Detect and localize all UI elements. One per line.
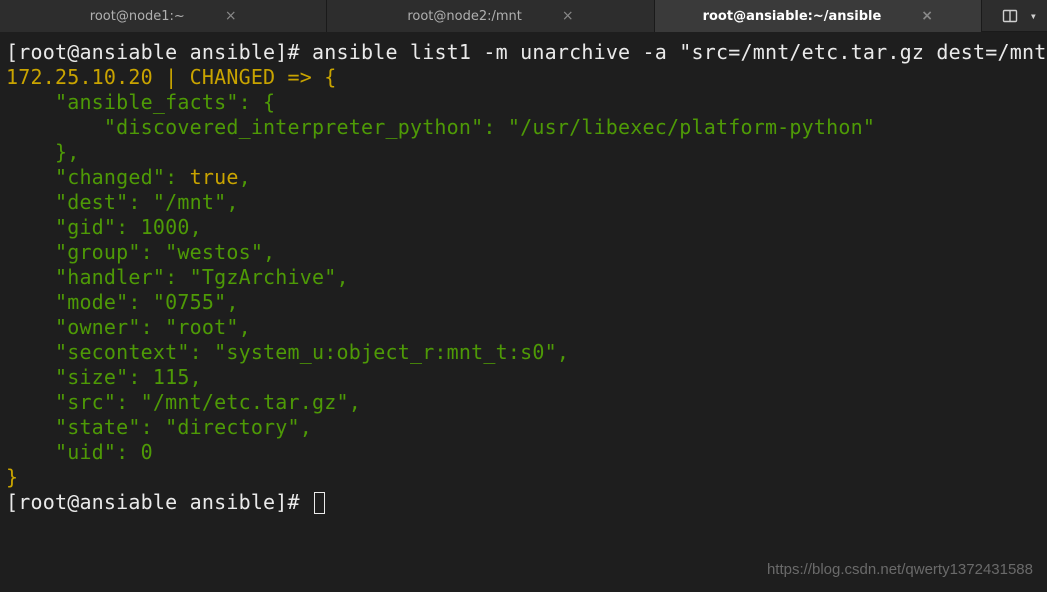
close-icon[interactable]: × — [921, 8, 933, 24]
tab-bar: root@node1:~ × root@node2:/mnt × root@an… — [0, 0, 1047, 32]
json-line: "dest": "/mnt", — [6, 190, 239, 214]
cursor — [314, 492, 325, 514]
json-line: , — [239, 165, 251, 189]
json-line: "handler": "TgzArchive", — [6, 265, 349, 289]
terminal-output[interactable]: [root@ansiable ansible]# ansible list1 -… — [0, 32, 1047, 523]
tab-ansible[interactable]: root@ansiable:~/ansible × — [655, 0, 982, 32]
json-line: "gid": 1000, — [6, 215, 202, 239]
chevron-down-icon[interactable]: ▾ — [1030, 9, 1037, 23]
json-close: } — [6, 465, 18, 489]
tab-label: root@node2:/mnt — [407, 9, 522, 24]
json-line: "state": "directory", — [6, 415, 312, 439]
json-line: "owner": "root", — [6, 315, 251, 339]
json-bool: true — [190, 165, 239, 189]
tab-node1[interactable]: root@node1:~ × — [0, 0, 327, 32]
tab-label: root@node1:~ — [90, 9, 185, 24]
watermark: https://blog.csdn.net/qwerty1372431588 — [767, 561, 1033, 578]
json-line: "mode": "0755", — [6, 290, 239, 314]
close-icon[interactable]: × — [562, 8, 574, 24]
tab-label: root@ansiable:~/ansible — [703, 9, 882, 24]
close-icon[interactable]: × — [225, 8, 237, 24]
tab-node2[interactable]: root@node2:/mnt × — [327, 0, 654, 32]
json-line: "ansible_facts": { — [6, 90, 275, 114]
json-line: "src": "/mnt/etc.tar.gz", — [6, 390, 361, 414]
json-line: "secontext": "system_u:object_r:mnt_t:s0… — [6, 340, 569, 364]
tab-controls: ▾ — [982, 0, 1047, 32]
shell-prompt: [root@ansiable ansible]# — [6, 490, 312, 514]
json-line: "size": 115, — [6, 365, 202, 389]
json-line: "discovered_interpreter_python": "/usr/l… — [6, 115, 875, 139]
json-line: "group": "westos", — [6, 240, 275, 264]
command-text: ansible list1 -m unarchive -a "src=/mnt/… — [312, 40, 1047, 64]
json-line: "uid": 0 — [6, 440, 153, 464]
result-header: 172.25.10.20 | CHANGED => { — [6, 65, 337, 89]
json-line: }, — [6, 140, 79, 164]
json-line: "changed": — [6, 165, 190, 189]
shell-prompt: [root@ansiable ansible]# — [6, 40, 312, 64]
split-icon[interactable] — [1002, 8, 1018, 24]
